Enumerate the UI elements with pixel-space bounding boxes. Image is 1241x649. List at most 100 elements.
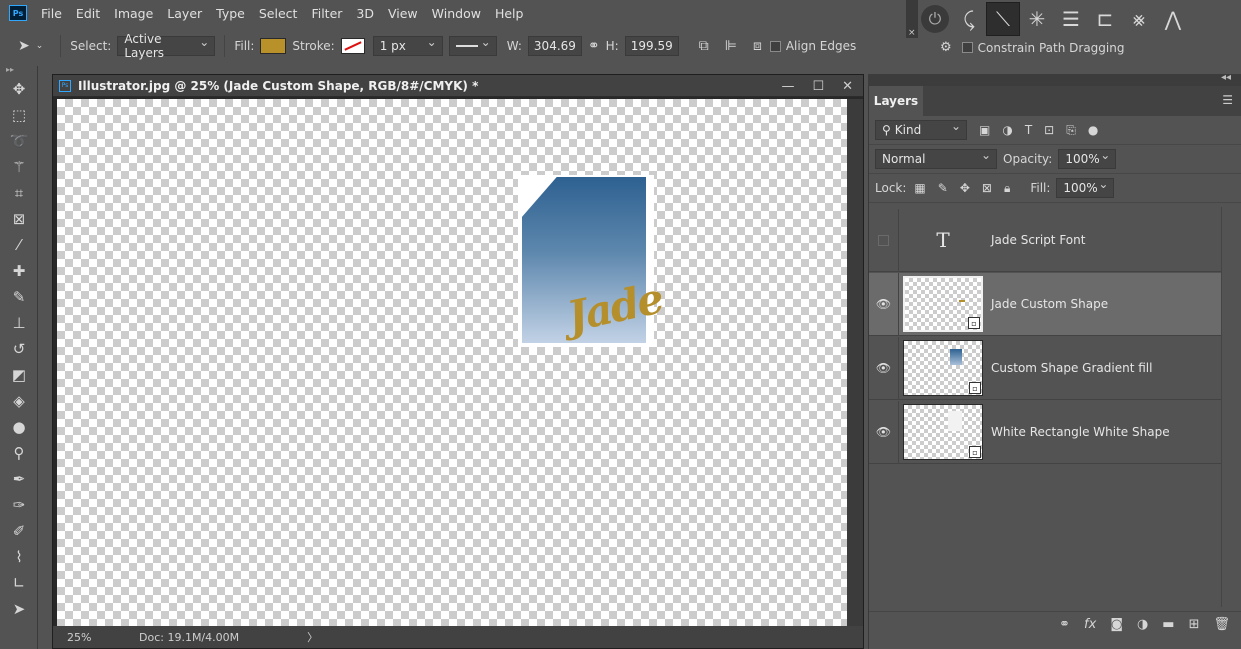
height-field[interactable]: 199.59	[624, 36, 679, 56]
visibility-toggle[interactable]: 👁︎	[869, 272, 899, 336]
canvas[interactable]: Jade	[57, 99, 847, 626]
trash-icon[interactable]: 🗑︎	[1213, 617, 1230, 632]
path-alignment-icon[interactable]: ⊫	[725, 38, 737, 54]
frame-tool-icon[interactable]: ⊠	[0, 206, 38, 232]
layer-name[interactable]: Jade Script Font	[991, 233, 1085, 247]
menu-3d[interactable]: 3D	[356, 6, 374, 21]
gear-icon[interactable]: ⚙	[940, 40, 952, 55]
direct-selection-icon[interactable]: ➤	[0, 596, 38, 622]
fill-swatch[interactable]	[260, 38, 287, 54]
blur-tool-icon[interactable]: ●	[0, 414, 38, 440]
history-brush-icon[interactable]: ↺	[0, 336, 38, 362]
width-field[interactable]: 304.69	[527, 36, 582, 56]
paint-bucket-icon[interactable]: ◈	[0, 388, 38, 414]
add-mask-icon[interactable]: ◙	[1110, 617, 1123, 632]
menu-select[interactable]: Select	[259, 6, 298, 21]
lasso-tool-icon[interactable]: ➰	[0, 128, 38, 154]
line-tool-icon[interactable]: ⟍	[986, 2, 1020, 36]
stroke-swatch[interactable]	[340, 38, 365, 54]
convert-point-icon[interactable]: ⌇	[0, 544, 38, 570]
move-tool-icon[interactable]: ✥	[0, 76, 38, 102]
healing-brush-icon[interactable]: ✚	[0, 258, 38, 284]
constrain-checkbox[interactable]	[961, 42, 973, 53]
shape-filter-icon[interactable]: ⊡	[1044, 123, 1054, 137]
fx-icon[interactable]: fx	[1084, 617, 1096, 632]
menu-file[interactable]: File	[41, 6, 62, 21]
magic-wand-icon[interactable]: ⚚	[0, 154, 38, 180]
layers-tab[interactable]: Layers	[869, 86, 923, 116]
menu-edit[interactable]: Edit	[76, 6, 100, 21]
menu-window[interactable]: Window	[432, 6, 481, 21]
curvature-pen-icon[interactable]: ⤹	[952, 2, 986, 36]
triangle-icon[interactable]: ⋀	[1156, 2, 1190, 36]
layer-row[interactable]: 👁︎ ▫ Custom Shape Gradient fill	[869, 336, 1221, 400]
link-icon[interactable]: ⚭	[588, 38, 600, 54]
artboard-icon[interactable]: ⊏	[1088, 2, 1122, 36]
stroke-width-dropdown[interactable]: 1 px	[372, 35, 443, 56]
eyedropper-icon[interactable]: ⁄	[0, 232, 38, 258]
layer-name[interactable]: Jade Custom Shape	[991, 297, 1108, 311]
collapse-icon[interactable]: ◂◂	[1221, 72, 1231, 83]
menu-filter[interactable]: Filter	[311, 6, 342, 21]
vertical-scrollbar[interactable]	[847, 99, 863, 626]
pixel-filter-icon[interactable]: ▣	[979, 123, 990, 137]
new-group-icon[interactable]: ▬	[1162, 617, 1174, 632]
align-text-icon[interactable]: ☰	[1054, 2, 1088, 36]
align-edges-checkbox[interactable]	[769, 40, 781, 52]
panel-menu-icon[interactable]: ☰	[1222, 93, 1233, 107]
visibility-toggle[interactable]: 👁︎	[869, 336, 899, 400]
menu-layer[interactable]: Layer	[167, 6, 202, 21]
lock-transparency-icon[interactable]: ▦	[914, 181, 925, 195]
transform-icon[interactable]: ⨳	[1122, 2, 1156, 36]
line-icon[interactable]: ∟	[0, 570, 38, 596]
menu-view[interactable]: View	[388, 6, 418, 21]
layer-name[interactable]: Custom Shape Gradient fill	[991, 361, 1152, 375]
maximize-icon[interactable]: ☐	[812, 79, 824, 94]
layer-row[interactable]: T Jade Script Font	[869, 208, 1221, 272]
layer-row[interactable]: 👁︎ ▫ White Rectangle White Shape	[869, 400, 1221, 464]
fill-field[interactable]: 100%	[1056, 177, 1115, 198]
close-icon[interactable]: ✕	[842, 79, 853, 94]
add-anchor-icon[interactable]: ✐	[0, 518, 38, 544]
brush-tool-icon[interactable]: ✎	[0, 284, 38, 310]
adjustment-filter-icon[interactable]: ◑	[1002, 123, 1012, 137]
lock-all-icon[interactable]: 🔒︎	[1004, 181, 1010, 196]
toolbar-grip[interactable]: ▸▸	[0, 66, 37, 76]
status-menu-arrow[interactable]: 〉	[307, 629, 318, 645]
dodge-tool-icon[interactable]: ⚲	[0, 440, 38, 466]
filter-toggle-icon[interactable]: ●	[1088, 123, 1098, 137]
visibility-toggle[interactable]	[869, 208, 899, 272]
menu-help[interactable]: Help	[495, 6, 524, 21]
zoom-level[interactable]: 25%	[53, 631, 99, 644]
adjustment-layer-icon[interactable]: ◑	[1137, 617, 1148, 632]
marquee-tool-icon[interactable]: ⬚	[0, 102, 38, 128]
kind-filter-dropdown[interactable]: ⚲ Kind	[875, 119, 967, 140]
lock-position-icon[interactable]: ✥	[960, 181, 970, 195]
freeform-pen-icon[interactable]: ✑	[0, 492, 38, 518]
type-filter-icon[interactable]: T	[1025, 123, 1032, 137]
pen-tool-icon[interactable]: ✒	[0, 466, 38, 492]
power-icon[interactable]: ⏻	[918, 2, 952, 36]
crop-tool-icon[interactable]: ⌗	[0, 180, 38, 206]
menu-type[interactable]: Type	[216, 6, 245, 21]
eraser-icon[interactable]: ◩	[0, 362, 38, 388]
minimize-icon[interactable]: —	[781, 79, 794, 94]
lock-pixels-icon[interactable]: ✎	[938, 181, 948, 195]
visibility-toggle[interactable]: 👁︎	[869, 400, 899, 464]
select-dropdown[interactable]: Active Layers	[117, 32, 216, 60]
document-tab[interactable]: Ps Illustrator.jpg @ 25% (Jade Custom Sh…	[53, 75, 863, 97]
layer-row[interactable]: 👁︎ ▫ Jade Custom Shape	[869, 272, 1221, 336]
smart-object-filter-icon[interactable]: ⎘	[1066, 123, 1076, 138]
close-icon[interactable]: ×	[908, 28, 916, 38]
menu-image[interactable]: Image	[114, 6, 153, 21]
panel-grip[interactable]: ×	[906, 0, 918, 38]
link-layers-icon[interactable]: ⚭	[1059, 617, 1070, 632]
layer-name[interactable]: White Rectangle White Shape	[991, 425, 1170, 439]
layers-scrollbar[interactable]	[1221, 207, 1241, 607]
path-selection-tool-icon[interactable]: ➤ ⌄	[18, 38, 43, 54]
sparkle-icon[interactable]: ✳	[1020, 2, 1054, 36]
clone-stamp-icon[interactable]: ⊥	[0, 310, 38, 336]
panel-collapse-bar[interactable]: ◂◂	[868, 72, 1241, 86]
opacity-field[interactable]: 100%	[1058, 148, 1117, 169]
stroke-type-dropdown[interactable]	[448, 35, 497, 56]
